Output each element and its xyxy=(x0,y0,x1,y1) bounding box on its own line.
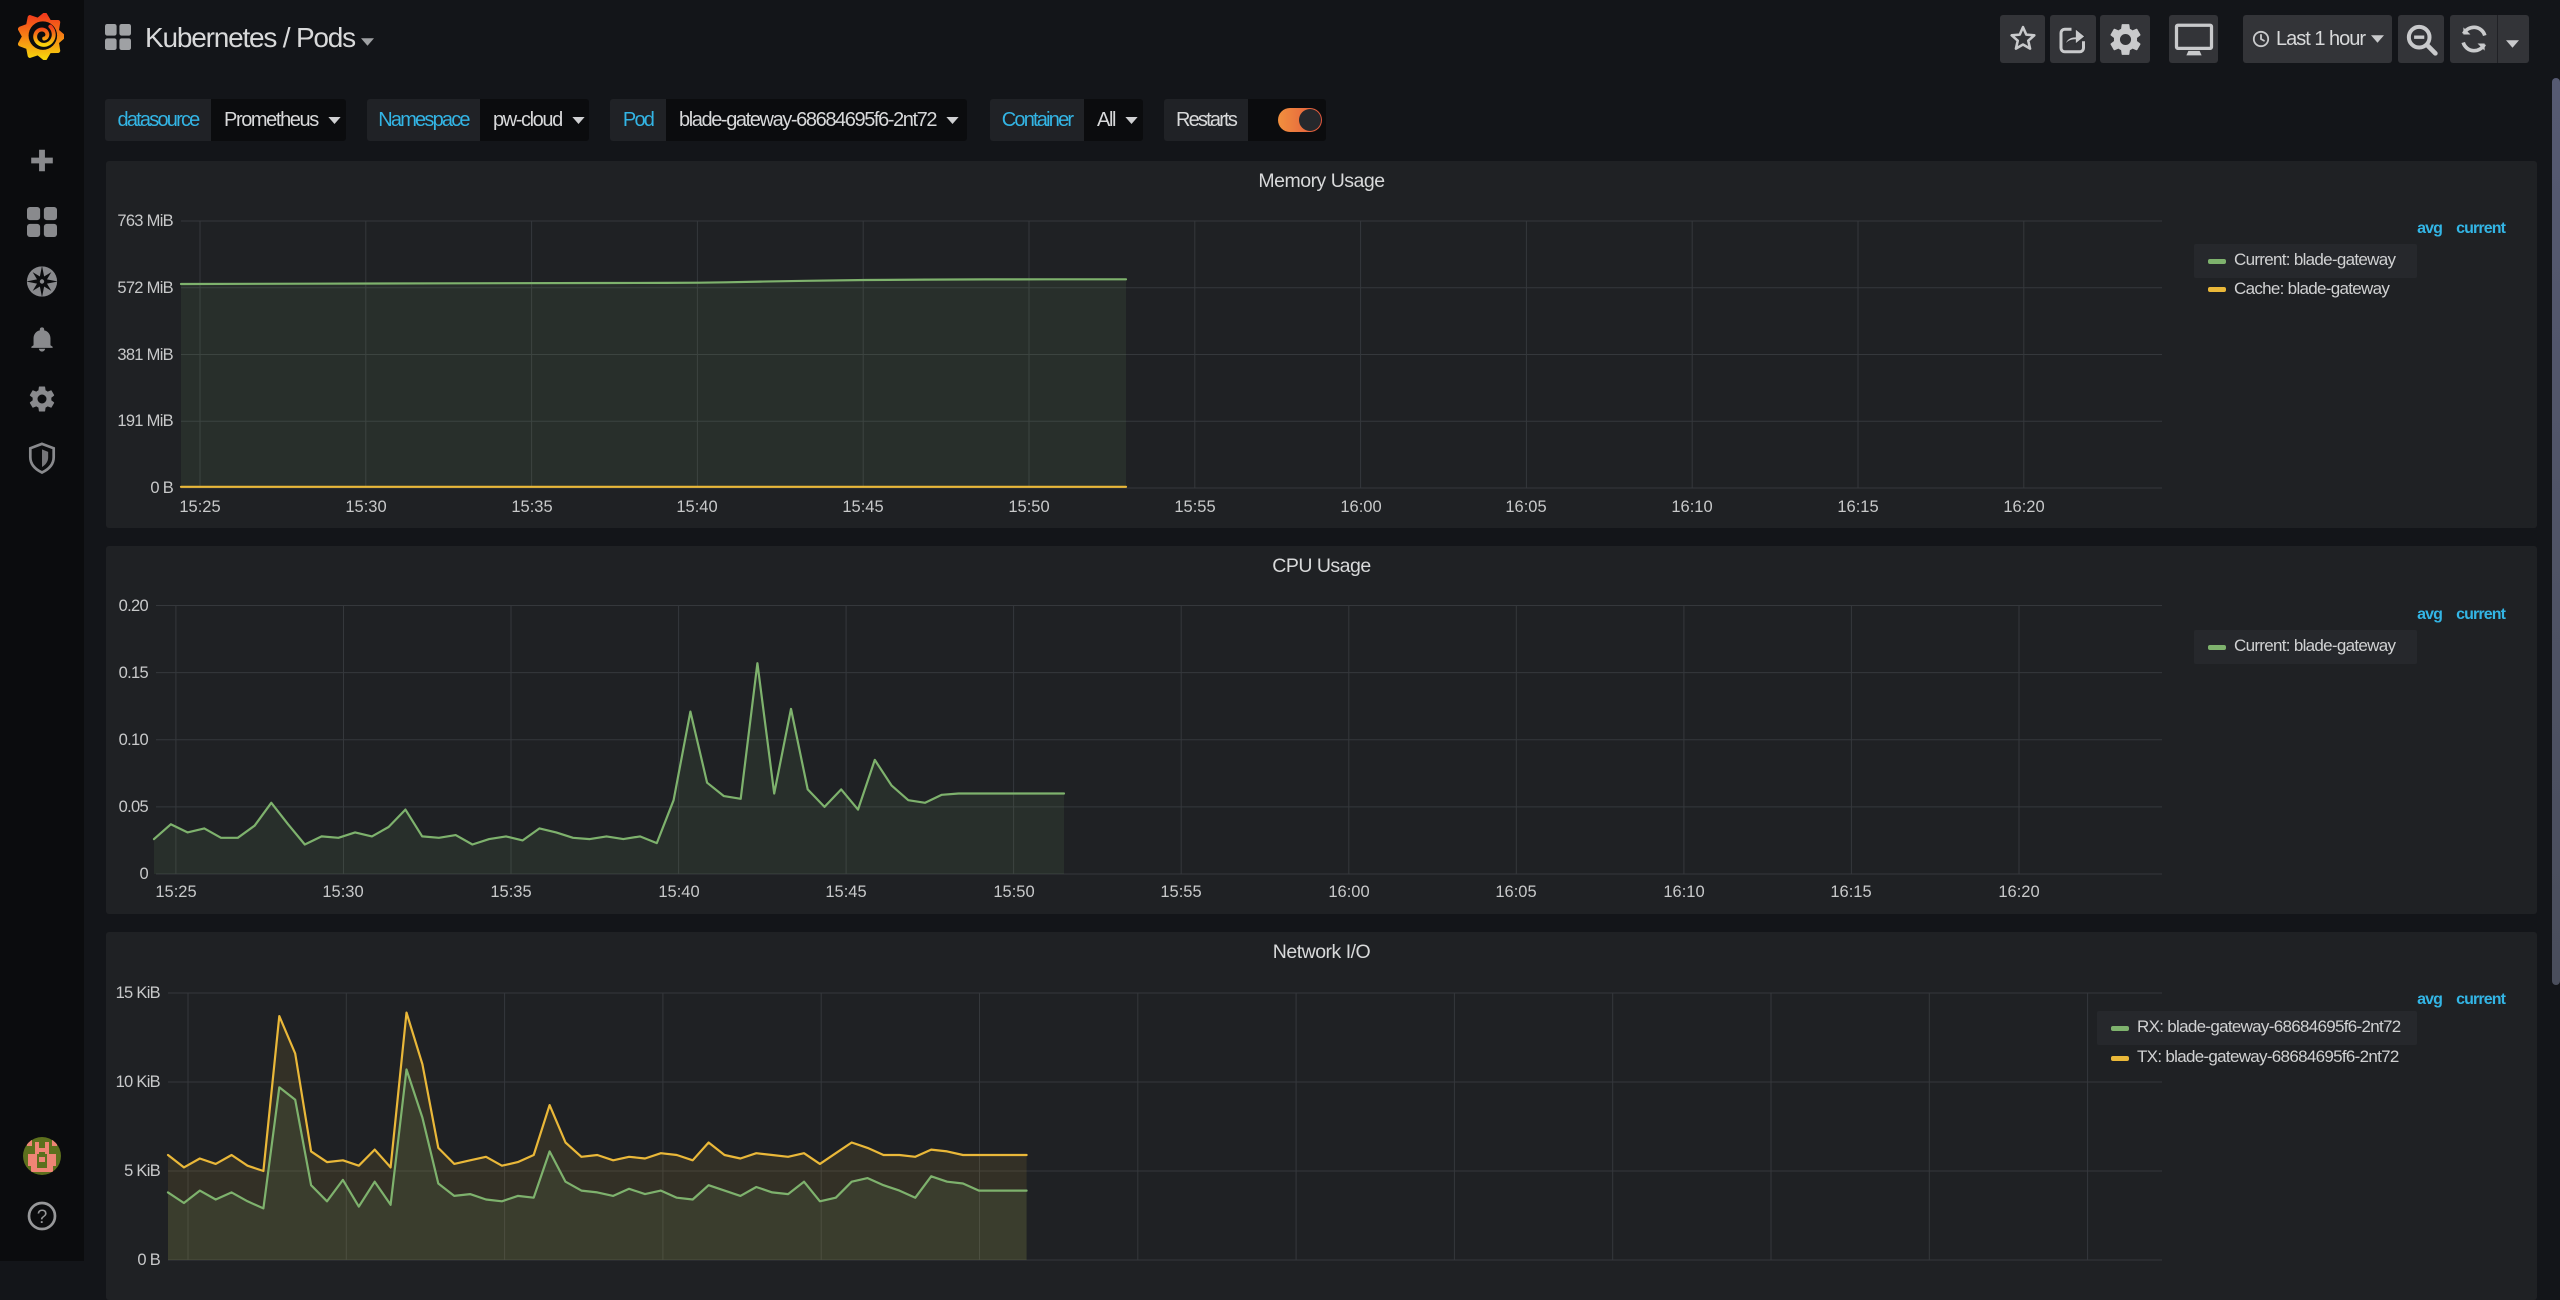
svg-text:?: ? xyxy=(37,1207,48,1228)
